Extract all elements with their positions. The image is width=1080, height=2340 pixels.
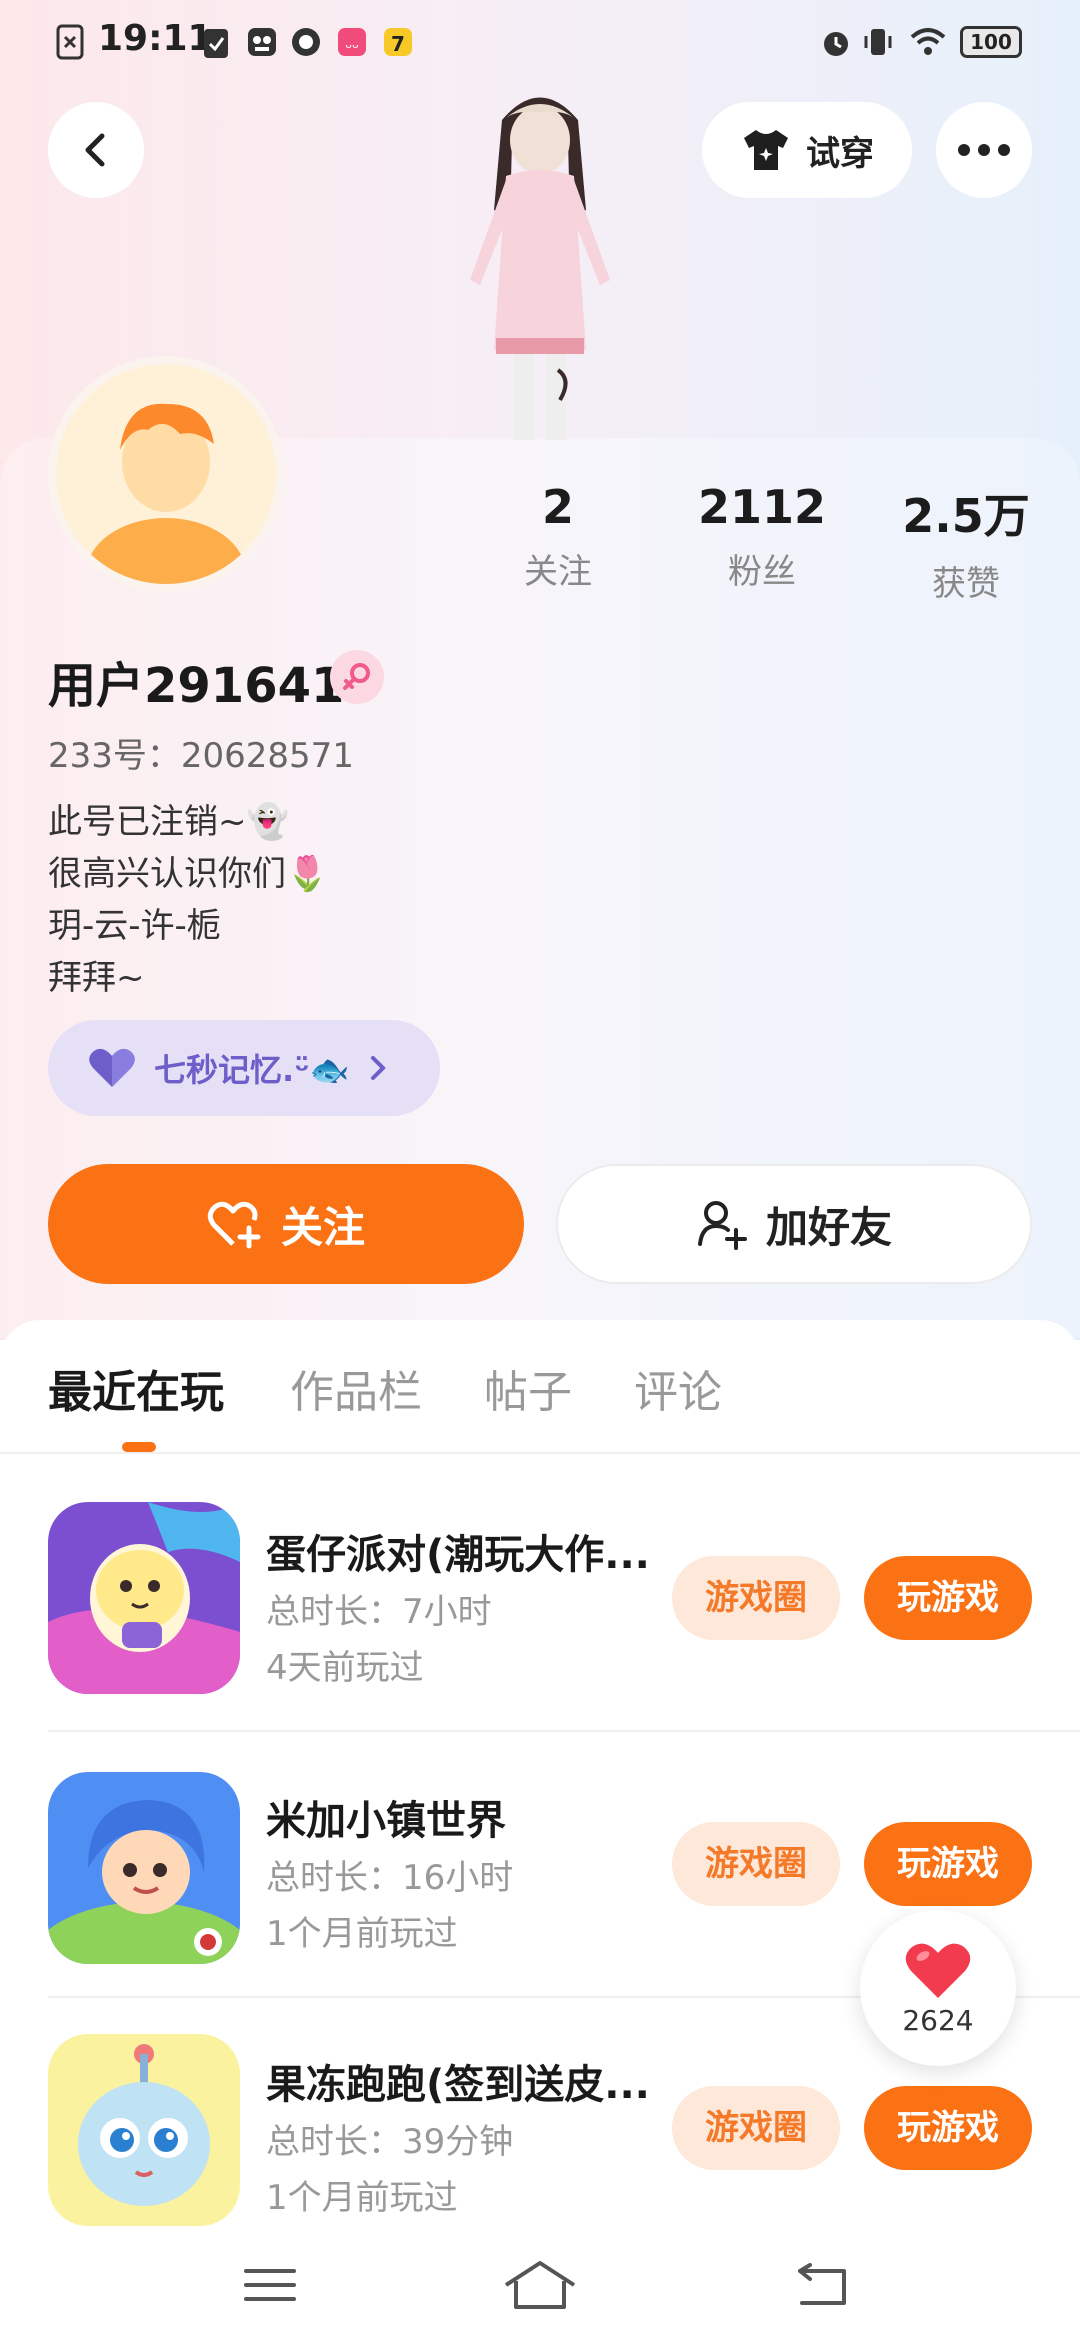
back-arrow-icon <box>85 133 105 167</box>
like-count: 2624 <box>902 2003 974 2037</box>
user-id: 233号：20628571 <box>48 736 354 776</box>
tshirt-icon <box>744 130 788 170</box>
app-icon: ᴗᴗ <box>338 28 366 56</box>
battery-icon: 100 <box>960 26 1022 58</box>
miga-town-icon <box>48 1772 240 1964</box>
game-circle-button[interactable]: 游戏圈 <box>672 1822 840 1906</box>
try-on-label: 试穿 <box>806 133 874 174</box>
bio-line: 拜拜~ <box>48 958 145 998</box>
play-game-button[interactable]: 玩游戏 <box>864 1556 1032 1640</box>
heart-plus-icon <box>207 1201 261 1249</box>
username: 用户291641 <box>48 658 345 714</box>
back-button[interactable] <box>48 102 144 198</box>
game-icon <box>48 1502 240 1694</box>
app-icon <box>292 28 320 56</box>
game-row[interactable]: 蛋仔派对(潮玩大作... 总时长：7小时 4天前玩过 游戏圈 玩游戏 <box>0 1480 1080 1746</box>
game-circle-button[interactable]: 游戏圈 <box>672 1556 840 1640</box>
row-divider <box>48 1730 1080 1732</box>
game-icon <box>48 2034 240 2226</box>
heart-icon <box>905 1943 971 1998</box>
menu-icon <box>244 2269 296 2301</box>
avatar[interactable] <box>48 356 284 592</box>
app-icon <box>248 28 276 56</box>
female-icon <box>343 663 370 690</box>
wifi-icon <box>910 28 946 55</box>
tab-works[interactable]: 作品栏 <box>290 1356 422 1420</box>
play-game-button[interactable]: 玩游戏 <box>864 1822 1032 1906</box>
game-title: 果冻跑跑(签到送皮... <box>266 2062 650 2108</box>
follow-button[interactable]: 关注 <box>48 1164 524 1284</box>
game-title: 蛋仔派对(潮玩大作... <box>266 1532 650 1578</box>
following-count: 2 <box>541 480 574 534</box>
vibrate-icon <box>864 29 892 55</box>
tab-posts[interactable]: 帖子 <box>484 1356 572 1420</box>
menu-button[interactable] <box>220 2250 320 2320</box>
more-button[interactable] <box>936 102 1032 198</box>
heart-icon <box>89 1048 135 1087</box>
default-avatar-icon <box>56 364 276 584</box>
like-float-button[interactable]: 2624 <box>860 1910 1016 2066</box>
game-last-played: 4天前玩过 <box>266 1648 424 1688</box>
add-friend-label: 加好友 <box>765 1202 892 1252</box>
svg-text:ᴗᴗ: ᴗᴗ <box>345 38 359 51</box>
bio-line: 很高兴认识你们🌷 <box>48 854 329 894</box>
followers-label: 粉丝 <box>728 552 796 592</box>
try-on-button[interactable]: 试穿 <box>702 102 912 198</box>
game-duration: 总时长：16小时 <box>266 1858 514 1898</box>
group-label: 七秒记忆.ᵕ̈🐟 <box>154 1051 350 1089</box>
back-nav-button[interactable] <box>772 2250 872 2320</box>
sim-off-icon <box>56 24 84 60</box>
alarm-icon <box>824 32 848 56</box>
add-friend-button[interactable]: 加好友 <box>556 1164 1032 1284</box>
likes-count: 2.5万 <box>902 489 1030 543</box>
game-circle-button[interactable]: 游戏圈 <box>672 2086 840 2170</box>
clipboard-icon <box>204 29 228 58</box>
likes-stat[interactable]: 2.5万 获赞 <box>876 480 1056 605</box>
likes-label: 获赞 <box>932 564 1000 604</box>
system-nav-bar <box>0 2230 1080 2340</box>
gender-badge <box>330 650 384 704</box>
game-duration: 总时长：39分钟 <box>266 2122 514 2162</box>
play-game-button[interactable]: 玩游戏 <box>864 2086 1032 2170</box>
game-last-played: 1个月前玩过 <box>266 2178 458 2218</box>
group-pill[interactable]: 七秒记忆.ᵕ̈🐟 <box>48 1020 440 1116</box>
more-icon <box>958 144 1010 156</box>
active-tab-indicator <box>122 1442 156 1452</box>
chevron-right-icon <box>370 1056 386 1080</box>
return-icon <box>798 2263 846 2305</box>
followers-stat[interactable]: 2112 粉丝 <box>672 480 852 593</box>
svg-text:7: 7 <box>391 32 405 56</box>
home-icon <box>504 2261 576 2309</box>
game-last-played: 1个月前玩过 <box>266 1914 458 1954</box>
bio-line: 玥-云-许-栀 <box>48 906 221 946</box>
followers-count: 2112 <box>697 480 827 534</box>
follow-label: 关注 <box>280 1202 365 1252</box>
status-bar: 19:11 ᴗᴗ 7 100 <box>0 0 1080 84</box>
tab-comments[interactable]: 评论 <box>634 1356 722 1420</box>
app-icon: 7 <box>384 28 412 56</box>
add-user-icon <box>697 1201 747 1250</box>
game-duration: 总时长：7小时 <box>266 1592 492 1632</box>
tab-recently-played[interactable]: 最近在玩 <box>48 1356 224 1420</box>
game-icon <box>48 1772 240 1964</box>
game-title: 米加小镇世界 <box>266 1798 506 1844</box>
following-stat[interactable]: 2 关注 <box>468 480 648 593</box>
status-time: 19:11 <box>98 18 213 59</box>
tab-divider <box>0 1452 1080 1454</box>
following-label: 关注 <box>524 552 592 592</box>
jelly-run-icon <box>48 2034 240 2226</box>
bio-line: 此号已注销~👻 <box>48 802 289 842</box>
home-button[interactable] <box>490 2250 590 2320</box>
avatar-3d-figure <box>470 97 610 440</box>
eggy-party-icon <box>48 1502 240 1694</box>
